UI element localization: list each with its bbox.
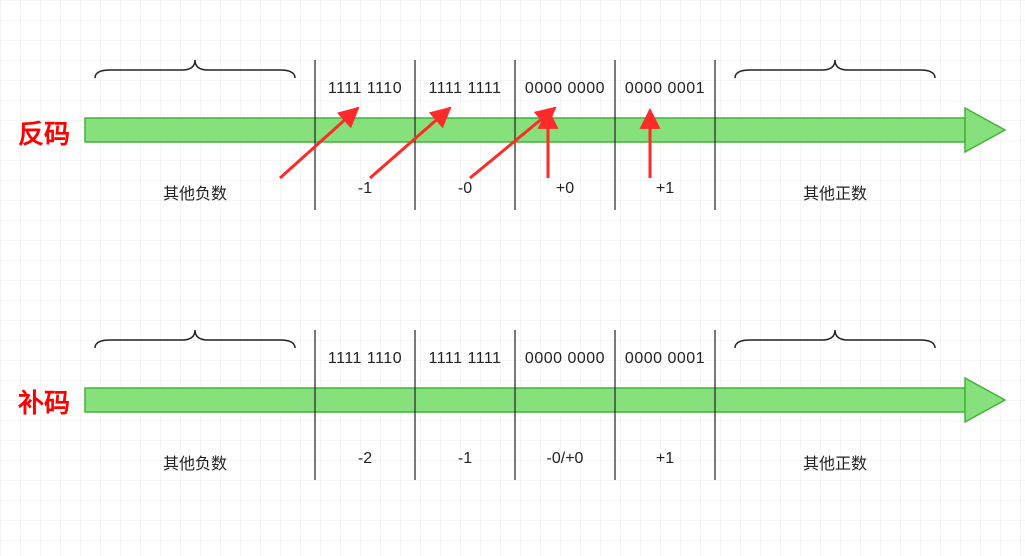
brace-row1-right bbox=[735, 60, 935, 78]
brace-row2-right bbox=[735, 330, 935, 348]
arrow-bar-row2 bbox=[85, 378, 1005, 422]
brace-row1-left bbox=[95, 60, 295, 78]
diagram-svg bbox=[0, 0, 1025, 556]
brace-row2-left bbox=[95, 330, 295, 348]
